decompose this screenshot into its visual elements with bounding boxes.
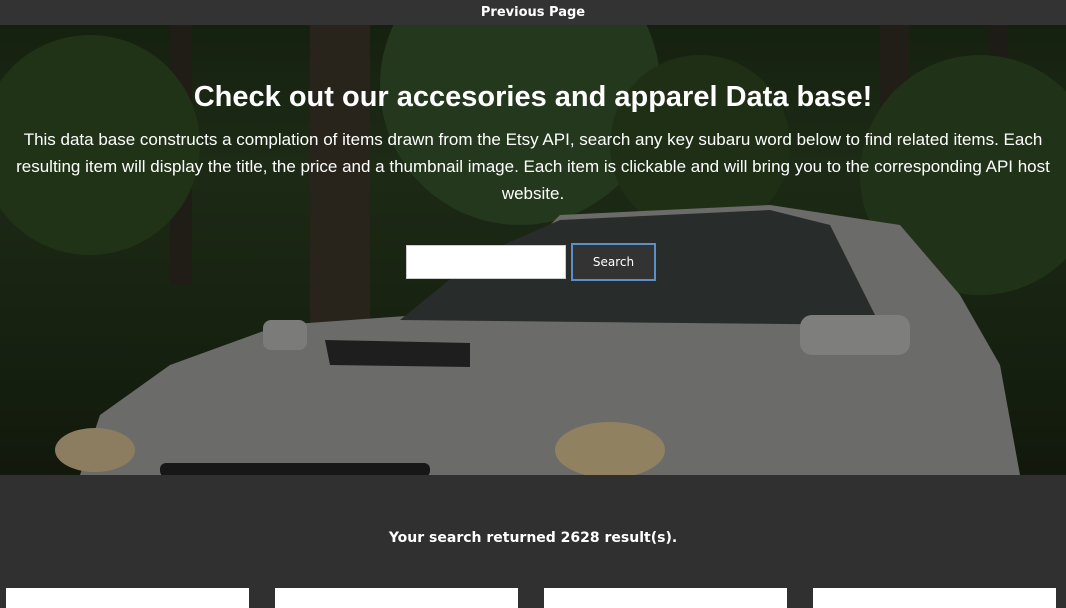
results-grid <box>6 588 1056 608</box>
result-card[interactable] <box>275 588 518 608</box>
result-card[interactable] <box>813 588 1056 608</box>
page-title: Check out our accesories and apparel Dat… <box>193 81 873 113</box>
results-summary: Your search returned 2628 result(s). <box>388 530 678 546</box>
previous-page-link[interactable]: Previous Page <box>481 5 585 20</box>
result-card[interactable] <box>6 588 249 608</box>
page-description: This data base constructs a complation o… <box>16 130 1050 203</box>
top-nav-bar: Previous Page <box>0 0 1066 25</box>
search-form: Search <box>406 243 656 281</box>
search-input[interactable] <box>406 245 566 279</box>
hero-banner: Check out our accesories and apparel Dat… <box>0 25 1066 475</box>
hero-content: Check out our accesories and apparel Dat… <box>0 25 1066 207</box>
result-card[interactable] <box>544 588 787 608</box>
search-button[interactable]: Search <box>571 243 656 281</box>
